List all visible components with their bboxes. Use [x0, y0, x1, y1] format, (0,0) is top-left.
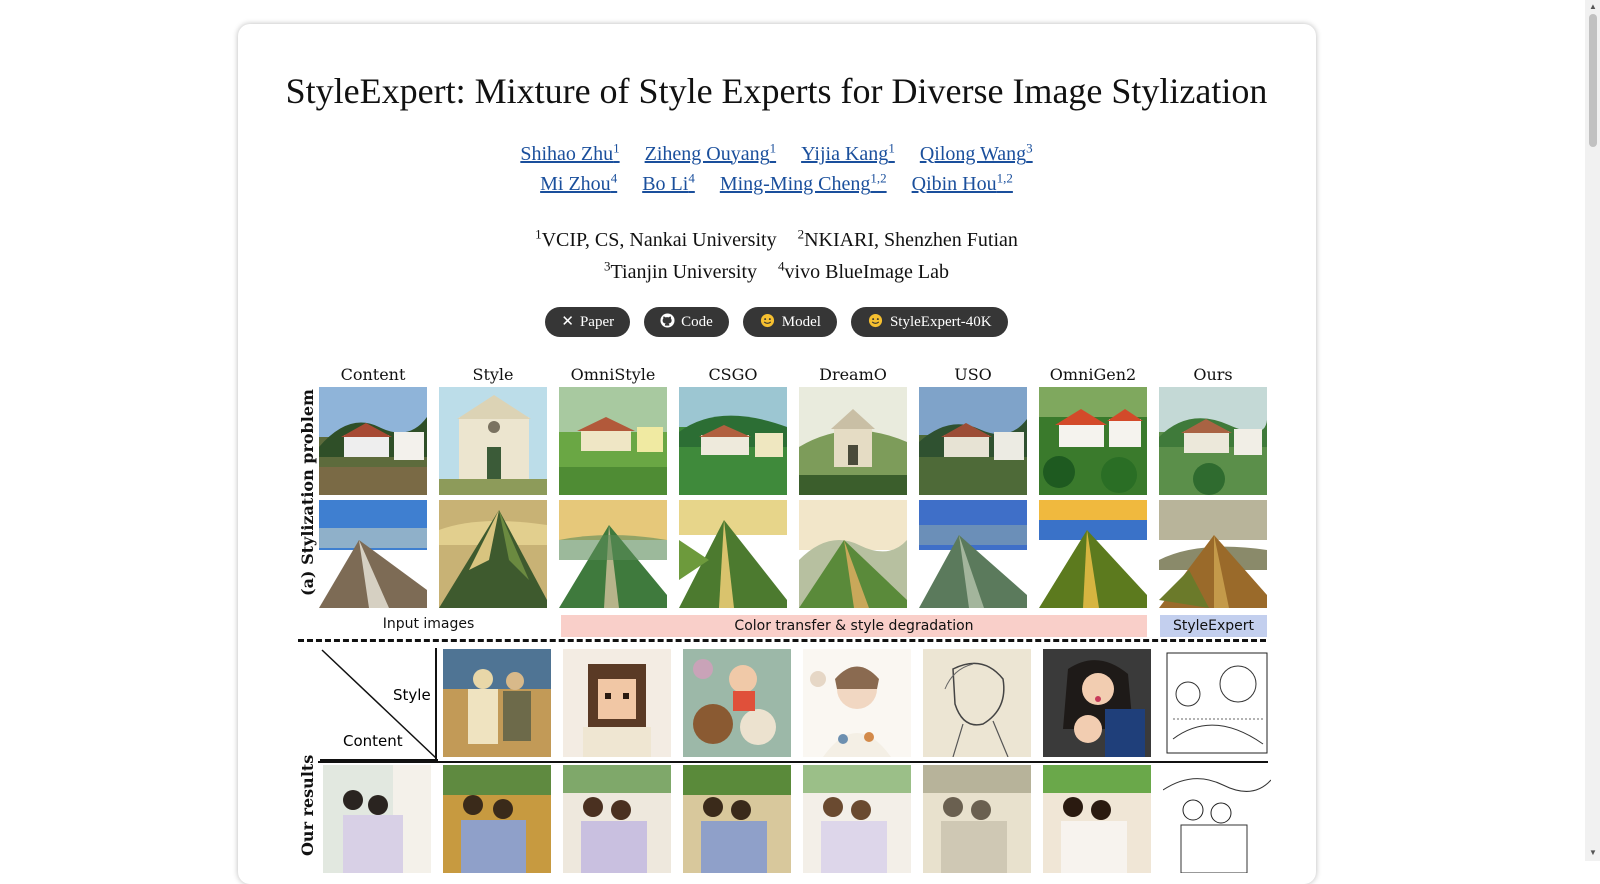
diag-content-label: Content: [343, 732, 403, 750]
mountain-image: [319, 500, 427, 608]
style-portrait-image: [1043, 649, 1151, 757]
result-image: [803, 765, 911, 873]
result-image: [1043, 765, 1151, 873]
author-link[interactable]: Bo Li4: [642, 170, 695, 195]
styleexpert-banner: StyleExpert: [1160, 615, 1267, 637]
scroll-up-arrow-icon[interactable]: ▲: [1589, 2, 1597, 11]
csgo-mountain-image: [679, 500, 787, 608]
ours-village-image: [1159, 387, 1267, 495]
column-header: USO: [954, 365, 992, 384]
huggingface-icon: [759, 307, 776, 337]
style-painting-image: [443, 649, 551, 757]
dreamo-church-image: [799, 387, 907, 495]
author-link[interactable]: Qilong Wang3: [920, 140, 1033, 165]
result-image: [443, 765, 551, 873]
author-link[interactable]: Shihao Zhu1: [520, 140, 619, 165]
result-image: [683, 765, 791, 873]
input-images-label: Input images: [382, 616, 475, 632]
style-sketch-image: [923, 649, 1031, 757]
row-label-stylization: (a) Stylization problem: [298, 389, 317, 596]
paper-button[interactable]: ✕ Paper: [545, 307, 631, 337]
result-image: [563, 765, 671, 873]
style-mountain-image: [439, 500, 547, 608]
csgo-village-image: [679, 387, 787, 495]
omnigen2-mountain-image: [1039, 500, 1147, 608]
degradation-banner: Color transfer & style degradation: [561, 615, 1147, 637]
style-pixel-girl-image: [563, 649, 671, 757]
model-button[interactable]: Model: [742, 307, 837, 337]
column-header: Content: [340, 365, 406, 384]
omnistyle-village-image: [559, 387, 667, 495]
code-button[interactable]: Code: [644, 307, 729, 337]
row-label-results: Our results: [298, 754, 317, 856]
link-buttons: ✕ Paper Code Model StyleExpert-40K: [0, 307, 1553, 337]
column-header: Style: [472, 365, 514, 384]
affiliations-row-1: 1VCIP, CS, Nankai University 2NKIARI, Sh…: [535, 226, 1018, 251]
ours-mountain-image: [1159, 500, 1267, 608]
column-header: DreamO: [819, 365, 887, 384]
scrollbar-thumb[interactable]: [1589, 14, 1597, 147]
author-link[interactable]: Mi Zhou4: [540, 170, 617, 195]
style-church-image: [439, 387, 547, 495]
style-bears-image: [683, 649, 791, 757]
column-header: OmniGen2: [1049, 365, 1137, 384]
style-watercolor-image: [803, 649, 911, 757]
scroll-down-arrow-icon[interactable]: ▼: [1589, 848, 1597, 857]
author-link[interactable]: Ziheng Ouyang1: [645, 140, 776, 165]
github-icon: [660, 307, 675, 337]
diag-style-label: Style: [393, 686, 431, 704]
author-link[interactable]: Qibin Hou1,2: [912, 170, 1013, 195]
omnistyle-mountain-image: [559, 500, 667, 608]
column-header: OmniStyle: [570, 365, 656, 384]
authors-row-2: Mi Zhou4 Bo Li4 Ming-Ming Cheng1,2 Qibin…: [0, 170, 1553, 196]
village-image: [319, 387, 427, 495]
column-header: Ours: [1193, 365, 1233, 384]
huggingface-icon: [867, 307, 884, 337]
page-title: StyleExpert: Mixture of Style Experts fo…: [285, 71, 1268, 111]
column-header: CSGO: [708, 365, 758, 384]
uso-mountain-image: [919, 500, 1027, 608]
result-image: [923, 765, 1031, 873]
arxiv-icon: ✕: [561, 314, 574, 330]
section-divider: [298, 639, 1266, 642]
scrollbar[interactable]: ▲ ▼: [1585, 0, 1600, 861]
dataset-button[interactable]: StyleExpert-40K: [850, 307, 1008, 337]
teaser-figure: (a) Stylization problem Content Style Om…: [296, 360, 1271, 873]
author-link[interactable]: Ming-Ming Cheng1,2: [720, 170, 887, 195]
authors-row-1: Shihao Zhu1 Ziheng Ouyang1 Yijia Kang1 Q…: [0, 140, 1553, 166]
uso-village-image: [919, 387, 1027, 495]
dreamo-mountain-image: [799, 500, 907, 608]
omnigen2-village-image: [1039, 387, 1147, 495]
style-ink-drawing-image: [1163, 649, 1271, 757]
content-selfie-image: [323, 765, 431, 873]
author-link[interactable]: Yijia Kang1: [801, 140, 895, 165]
grid-line: [318, 761, 1268, 763]
affiliations-row-2: 3Tianjin University 4vivo BlueImage Lab: [604, 258, 949, 283]
result-image: [1163, 765, 1271, 873]
